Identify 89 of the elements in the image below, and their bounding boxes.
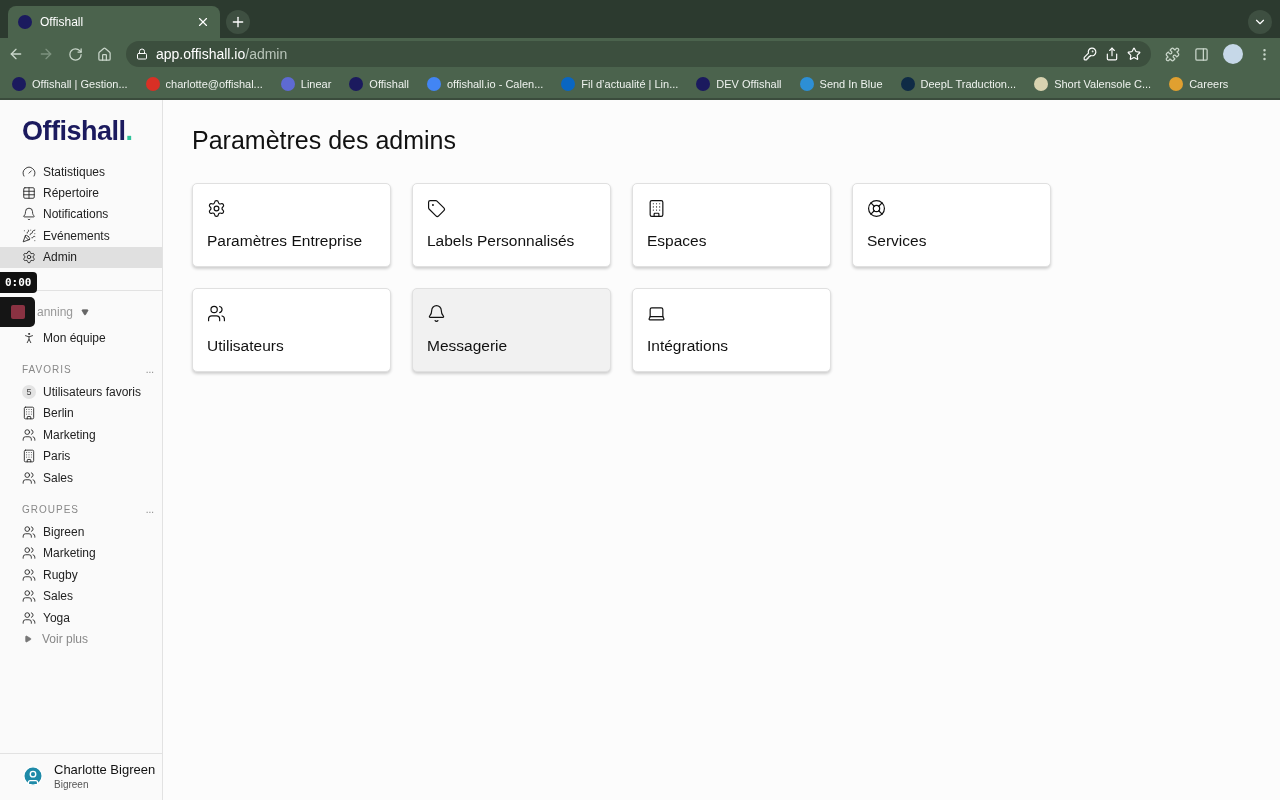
count-badge: 5 — [22, 385, 36, 400]
bookmark[interactable]: Offishall — [349, 77, 409, 91]
building-icon — [22, 449, 36, 464]
lifebuoy-icon — [867, 199, 886, 218]
bookmark[interactable]: Send In Blue — [799, 77, 883, 91]
settings-card[interactable]: Espaces — [632, 183, 831, 267]
building-icon — [22, 406, 36, 421]
sidebar-item[interactable]: Rugby — [0, 564, 162, 586]
users-icon — [22, 589, 36, 604]
lock-icon — [136, 48, 148, 60]
settings-icon — [22, 250, 36, 265]
recording-stop-button[interactable] — [0, 297, 35, 327]
settings-card[interactable]: Services — [852, 183, 1051, 267]
sidebar-item[interactable]: Mon équipe — [0, 326, 162, 349]
users-icon — [22, 525, 36, 539]
bookmark[interactable]: Careers — [1169, 77, 1229, 91]
profile-avatar[interactable] — [1223, 44, 1243, 64]
star-icon[interactable] — [1127, 47, 1141, 61]
sidebar-item[interactable]: Paris — [0, 445, 162, 467]
users-icon — [22, 567, 36, 582]
back-icon[interactable] — [8, 46, 24, 62]
section-title: FAVORIS — [22, 364, 72, 376]
more-button[interactable]: ... — [145, 504, 154, 516]
bookmark[interactable]: DEV Offishall — [696, 77, 782, 91]
sidebar-item[interactable]: Statistiques — [0, 161, 162, 183]
bookmark[interactable]: Short Valensole C... — [1034, 77, 1152, 91]
settings-card[interactable]: Paramètres Entreprise — [192, 183, 391, 267]
users-icon — [22, 610, 36, 625]
user-name: Charlotte Bigreen — [54, 762, 156, 777]
tab-list-button[interactable] — [1248, 10, 1272, 34]
users-icon — [22, 546, 36, 561]
person-icon — [22, 330, 36, 345]
section-title: GROUPES — [22, 504, 79, 516]
sidebar-item[interactable]: Evénements — [0, 225, 162, 247]
sidebar-item[interactable]: Bigreen — [0, 521, 162, 543]
see-more-link[interactable]: Voir plus — [0, 628, 162, 650]
sidebar-item[interactable]: Yoga — [0, 606, 162, 629]
bookmark[interactable]: Offishall | Gestion... — [12, 77, 128, 91]
sidebar-item[interactable]: Sales — [0, 585, 162, 607]
more-button[interactable]: ... — [145, 364, 154, 376]
building-icon — [647, 199, 666, 218]
caret-icon[interactable] — [81, 307, 90, 316]
settings-card[interactable]: Labels Personnalisés — [412, 183, 611, 267]
browser-tab[interactable]: Offishall — [8, 6, 220, 38]
settings-card[interactable]: Messagerie — [412, 288, 611, 372]
bell-icon — [22, 207, 36, 222]
reload-icon[interactable] — [68, 46, 83, 62]
home-icon[interactable] — [97, 46, 112, 62]
users-icon — [207, 304, 226, 323]
sidebar-item[interactable]: Admin — [0, 246, 162, 268]
address-bar[interactable]: app.offishall.io/admin — [126, 41, 1151, 67]
sidebar-item[interactable]: Berlin — [0, 402, 162, 425]
gauge-icon — [22, 164, 36, 179]
section-label: anning — [37, 304, 74, 319]
page-title: Paramètres des admins — [192, 126, 457, 155]
bookmark[interactable]: DeepL Traduction... — [900, 77, 1017, 91]
settings-icon — [207, 199, 226, 218]
extensions-icon[interactable] — [1165, 46, 1180, 62]
bookmark[interactable]: charlotte@offishal... — [145, 77, 263, 91]
sidebar-item[interactable]: Marketing — [0, 542, 162, 565]
tag-icon — [427, 199, 446, 218]
close-icon[interactable] — [196, 15, 210, 29]
logo: Offishall. — [21, 115, 134, 148]
user-org: Bigreen — [54, 779, 90, 790]
bookmark[interactable]: Fil d’actualité | Lin... — [561, 77, 679, 91]
caret-icon — [24, 634, 32, 643]
bookmark[interactable]: Linear — [280, 77, 332, 91]
key-icon[interactable] — [1083, 47, 1097, 61]
settings-card[interactable]: Utilisateurs — [192, 288, 391, 372]
recording-timer: 0:00 — [0, 272, 37, 293]
sidebar-item[interactable]: Notifications — [0, 203, 162, 226]
bookmark[interactable]: offishall.io - Calen... — [426, 77, 544, 91]
sidebar-item[interactable]: Marketing — [0, 424, 162, 446]
sidebar-item[interactable]: Répertoire — [0, 182, 162, 204]
users-icon — [22, 470, 36, 485]
avatar-icon[interactable] — [22, 765, 44, 787]
share-icon[interactable] — [1105, 47, 1119, 61]
table-icon — [22, 186, 36, 201]
side-panel-icon[interactable] — [1194, 46, 1209, 62]
party-popper-icon — [22, 228, 36, 243]
users-icon — [22, 427, 36, 442]
sidebar-item[interactable]: Sales — [0, 466, 162, 489]
plus-icon — [230, 14, 246, 30]
sidebar-item[interactable]: 5 Utilisateurs favoris — [0, 381, 162, 403]
laptop-icon — [647, 304, 666, 323]
bell-icon — [427, 304, 446, 323]
settings-card[interactable]: Intégrations — [632, 288, 831, 372]
favicon-icon — [18, 15, 32, 29]
new-tab-button[interactable] — [226, 10, 250, 34]
